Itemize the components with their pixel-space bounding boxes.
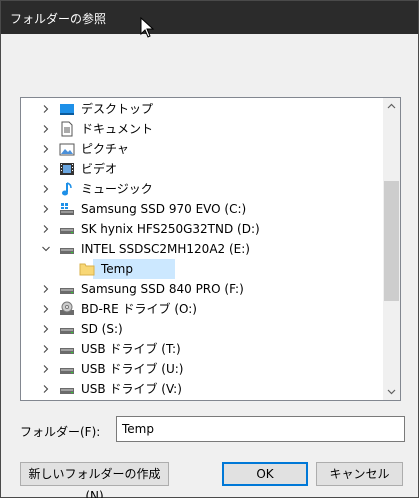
documents-icon [59,121,75,137]
drive-icon [59,221,75,237]
chevron-right-icon[interactable] [41,304,51,314]
system-drive-icon [59,201,75,217]
drive-icon [59,381,75,397]
browse-folder-dialog: フォルダーの参照 USB ドライブ (V:) USB ドライブ (U:) USB ド… [0,0,419,498]
drive-icon [59,321,75,337]
tree-item-label: USB ドライブ (U:) [81,362,184,376]
tree-item[interactable]: Temp [21,259,385,279]
tree-item[interactable]: USB ドライブ (T:) [21,339,385,359]
tree-item-label: SK hynix HFS250G32TND (D:) [81,222,260,236]
tree-item[interactable]: ビデオ [21,159,385,179]
scrollbar-thumb[interactable] [384,181,399,301]
cancel-button[interactable]: キャンセル [316,462,403,486]
tree-item[interactable]: INTEL SSDSC2MH120A2 (E:) [21,239,385,259]
folder-input-value: Temp [122,422,154,436]
tree-item-label: Samsung SSD 970 EVO (C:) [81,202,247,216]
tree-item[interactable]: USB ドライブ (V:) [21,379,385,399]
tree-item[interactable]: ドキュメント [21,119,385,139]
mouse-cursor-icon [140,17,155,38]
chevron-right-icon[interactable] [41,284,51,294]
scroll-down-icon[interactable] [383,383,400,400]
pictures-icon [59,141,75,157]
chevron-right-icon[interactable] [41,164,51,174]
drive-icon [59,281,75,297]
tree-item[interactable]: ピクチャ [21,139,385,159]
tree-item-label: Temp [101,262,133,276]
folder-input[interactable]: Temp [116,416,405,442]
chevron-right-icon[interactable] [41,124,51,134]
close-button[interactable] [374,1,418,34]
tree-item-label: SD (S:) [81,322,123,336]
tree-item[interactable]: Samsung SSD 840 PRO (F:) [21,279,385,299]
tree-item-label: ミュージック [81,182,153,196]
tree-item[interactable]: Samsung SSD 970 EVO (C:) [21,199,385,219]
folder-icon [79,261,95,277]
tree-item-label: デスクトップ [81,102,154,116]
chevron-right-icon[interactable] [41,224,51,234]
chevron-right-icon[interactable] [41,184,51,194]
ok-button[interactable]: OK [222,462,308,486]
chevron-right-icon[interactable] [41,344,51,354]
tree-item[interactable]: USB ドライブ (U:) [21,359,385,379]
chevron-right-icon[interactable] [41,104,51,114]
chevron-right-icon[interactable] [41,204,51,214]
tree-item[interactable]: デスクトップ [21,99,385,119]
chevron-right-icon[interactable] [41,364,51,374]
tree-item[interactable]: BD-RE ドライブ (O:) [21,299,385,319]
drive-icon [59,361,75,377]
tree-item-label: ドキュメント [81,122,154,136]
folder-tree[interactable]: USB ドライブ (V:) USB ドライブ (U:) USB ドライブ (T:) S… [20,97,401,401]
new-folder-button[interactable]: 新しいフォルダーの作成(N) [20,462,169,498]
tree-item-label: Samsung SSD 840 PRO (F:) [81,282,244,296]
tree-item-label: BD-RE ドライブ (O:) [81,302,197,316]
chevron-right-icon[interactable] [41,144,51,154]
chevron-right-icon[interactable] [41,384,51,394]
music-icon [59,181,75,197]
drive-icon [59,241,75,257]
tree-item[interactable]: SD (S:) [21,319,385,339]
tree-item-label: ビデオ [81,162,118,176]
tree-item-label: USB ドライブ (T:) [81,342,181,356]
tree-item-label: USB ドライブ (V:) [81,382,182,396]
scroll-up-icon[interactable] [383,98,400,115]
vertical-scrollbar[interactable] [383,98,400,400]
chevron-right-icon[interactable] [41,324,51,334]
chevron-down-icon[interactable] [41,244,51,254]
title-bar[interactable]: フォルダーの参照 [1,1,418,34]
tree-item[interactable]: SK hynix HFS250G32TND (D:) [21,219,385,239]
optical-drive-icon [59,301,75,317]
video-icon [59,161,75,177]
window-title: フォルダーの参照 [10,12,107,26]
tree-item[interactable]: ミュージック [21,179,385,199]
folder-field-label: フォルダー(F): [20,425,101,439]
drive-icon [59,341,75,357]
desktop-icon [59,101,75,117]
tree-item-label: ピクチャ [81,142,129,156]
tree-item-label: INTEL SSDSC2MH120A2 (E:) [81,242,250,256]
